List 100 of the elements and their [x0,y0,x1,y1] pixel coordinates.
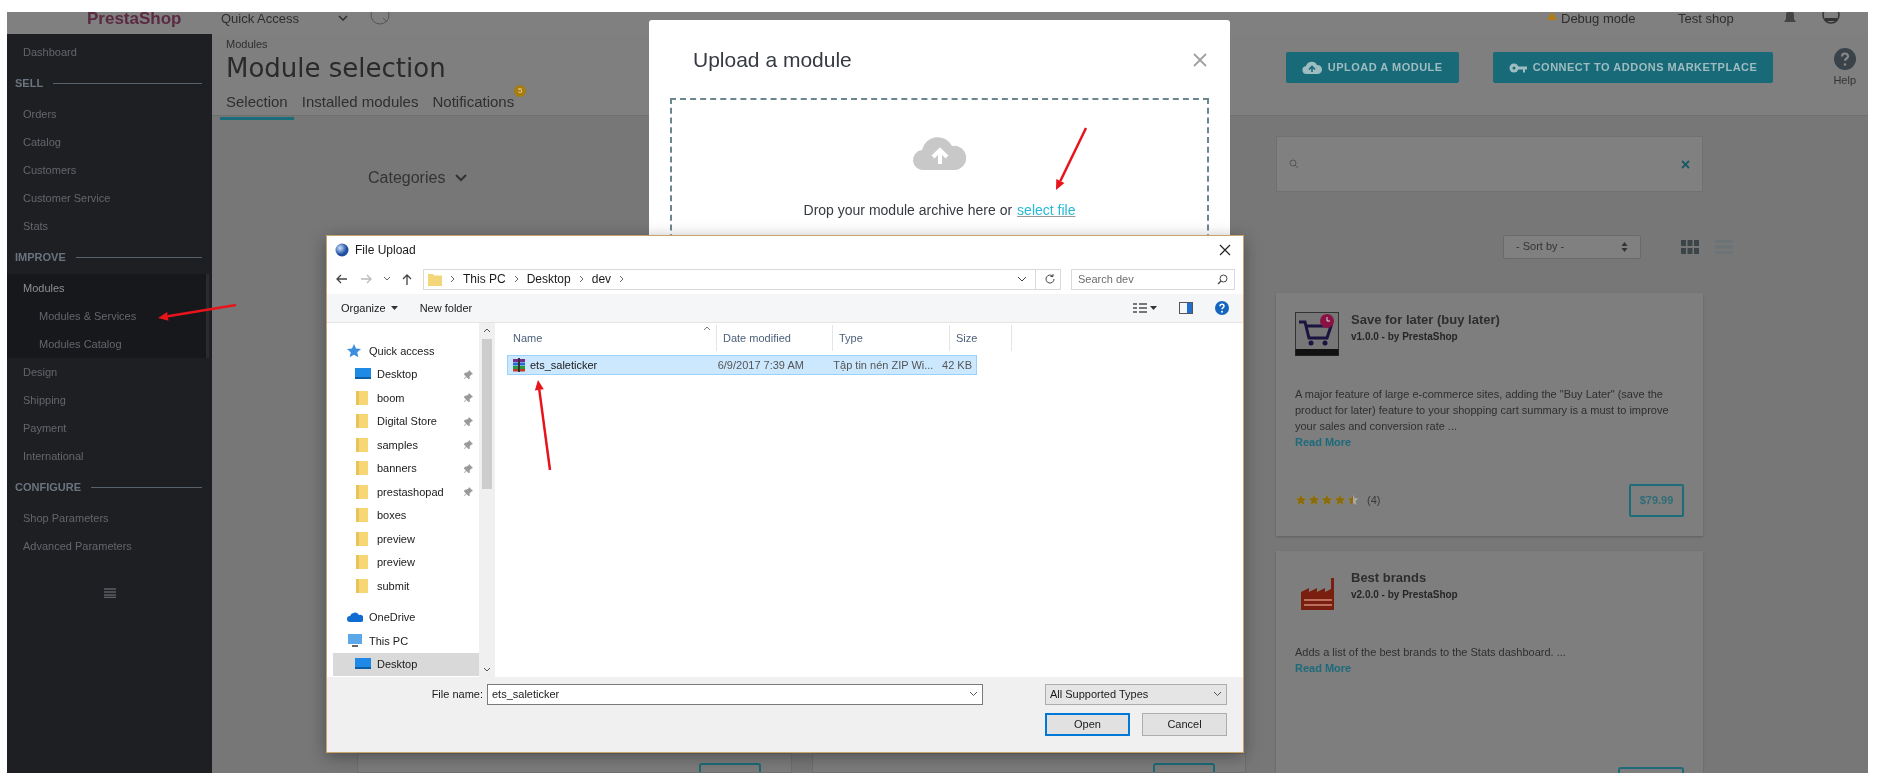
sidebar-item[interactable]: Customers [7,156,212,184]
grid-view-icon[interactable] [1681,239,1699,254]
logo[interactable]: PrestaShop [87,12,182,28]
sidebar-item[interactable]: International [7,442,212,470]
column-header[interactable]: Date modified [717,325,833,351]
folder-icon [355,461,371,476]
nav-item[interactable]: boxes [333,503,479,527]
dialog-button[interactable]: Open [1045,713,1130,736]
folder-icon [355,578,371,593]
sidebar-item[interactable]: Dashboard [7,38,212,66]
chevron-down-icon [969,691,978,697]
tab[interactable]: Installed modules [295,90,425,120]
sidebar-subitem[interactable]: Modules Catalog [7,330,206,358]
details-view-icon [1133,303,1147,313]
star-icon [1308,494,1320,506]
search-field[interactable]: Search dev [1071,268,1235,290]
module-version: v1.0.0 - by PrestaShop [1351,330,1459,345]
nav-item[interactable]: Digital Store [333,409,479,433]
star-icon [1295,494,1307,506]
scroll-down-icon [483,667,491,672]
shop-link[interactable]: Test shop [1678,12,1734,26]
sidebar-item[interactable]: Customer Service [7,184,212,212]
file-size: 42 KB [942,357,973,373]
search-icon [1289,159,1299,169]
column-header[interactable]: Name [507,325,717,351]
path-segment[interactable]: This PC [463,270,506,288]
card-button[interactable] [1153,763,1215,772]
path-segment[interactable]: Desktop [526,270,571,288]
nav-item[interactable]: preview [333,550,479,574]
scroll-up-icon [483,328,491,333]
dialog-button[interactable]: Cancel [1142,713,1227,736]
search-field[interactable] [1276,136,1703,192]
sidebar-item[interactable]: Catalog [7,128,212,156]
file-row[interactable]: ets_saleticker 6/9/2017 7:39 AM Tập tin nén ZIP Wi... 42 KB [507,355,977,375]
back-icon[interactable] [335,273,349,285]
desktop-icon [355,367,371,382]
chevron-down-icon [455,174,468,182]
file-name: ets_saleticker [530,357,598,373]
forward-icon[interactable] [359,273,373,285]
toolbar-button[interactable]: New folder [419,299,473,317]
search-icon [369,12,391,26]
nav-item[interactable]: Desktop [333,362,479,386]
sidebar-item[interactable]: Payment [7,414,212,442]
scrollbar[interactable] [479,323,495,677]
nav-item[interactable]: Quick access [333,339,479,363]
globe-icon [335,243,349,257]
nav-item[interactable]: OneDrive [333,605,479,629]
sidebar-item[interactable]: Shipping [7,386,212,414]
nav-item[interactable]: boom [333,386,479,410]
nav-item[interactable]: Desktop [333,652,479,676]
card-button[interactable] [698,763,761,772]
pin-icon [464,416,473,426]
nav-item[interactable]: prestashopad [333,480,479,504]
action-button[interactable]: UPLOAD A MODULE [1285,52,1459,83]
help-button[interactable]: Help [1833,48,1856,89]
debug-mode-label[interactable]: Debug mode [1561,12,1636,26]
sidebar-item[interactable]: Stats [7,212,212,240]
column-header[interactable]: Size [950,325,1012,351]
sidebar-item[interactable]: Advanced Parameters [7,532,212,560]
action-button[interactable]: CONNECT TO ADDONS MARKETPLACE [1492,52,1774,83]
chevron-right-icon [513,275,519,283]
sidebar-item[interactable]: Modules [7,274,206,302]
chevron-down-icon [1017,276,1027,282]
nav-item[interactable]: submit [333,574,479,598]
star-icon [1347,494,1359,506]
toolbar-button[interactable]: Organize [341,299,398,317]
nav-item[interactable]: This PC [333,629,479,653]
file-name-field[interactable]: ets_saleticker [487,683,983,705]
column-header[interactable]: Type [833,325,950,351]
sidebar-subitem[interactable]: Modules & Services [7,302,206,330]
sidebar-item[interactable]: Design [7,358,212,386]
path-segment[interactable]: dev [591,270,612,288]
module-version: v2.0.0 - by PrestaShop [1351,587,1458,602]
pin-icon [464,487,473,497]
menu-icon [103,588,116,598]
nav-item[interactable]: preview [333,527,479,551]
folder-icon [428,272,442,286]
warning-icon [1547,12,1557,20]
pin-icon [464,440,473,450]
user-icon [1822,12,1840,24]
address-bar[interactable]: This PC Desktop dev [423,268,1061,290]
up-arrow-icon[interactable] [401,273,413,285]
file-date: 6/9/2017 7:39 AM [716,357,805,373]
nav-item[interactable]: banners [333,456,479,480]
quick-access-menu[interactable]: Quick Access [221,12,300,26]
file-type-select[interactable]: All Supported Types [1045,683,1227,705]
sort-select[interactable]: - Sort by - [1503,234,1641,259]
sidebar-item[interactable]: Orders [7,100,212,128]
module-name: Best brands [1351,569,1428,586]
breadcrumb[interactable]: Modules [226,36,268,53]
sidebar-item[interactable]: Shop Parameters [7,504,212,532]
help-icon[interactable] [1215,301,1229,315]
preview-pane-icon[interactable] [1179,302,1193,314]
nav-item[interactable]: samples [333,433,479,457]
card-button[interactable] [1618,767,1684,773]
key-icon [1508,61,1527,74]
close-icon[interactable] [1219,244,1231,256]
tab[interactable]: Selection [220,90,294,120]
view-options-button[interactable] [1133,303,1157,313]
search-icon [1217,273,1228,285]
